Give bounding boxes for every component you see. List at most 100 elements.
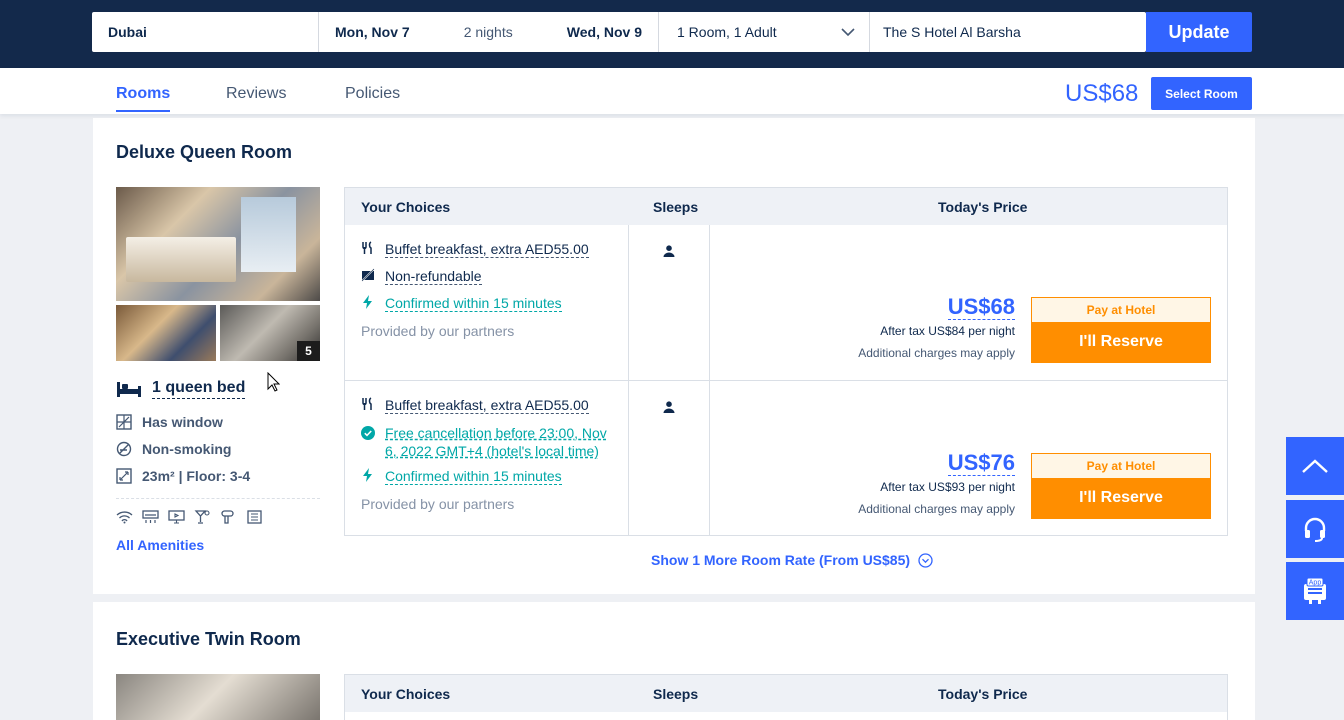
room-title: Executive Twin Room (116, 629, 301, 649)
col-header-price: Today's Price (938, 686, 1028, 702)
feature-area: 23m² | Floor: 3-4 (116, 468, 250, 484)
checkout-date: Wed, Nov 9 (566, 24, 642, 40)
chevron-down-circle-icon (918, 552, 933, 568)
show-more-rates-link[interactable]: Show 1 More Room Rate (From US$85) (651, 552, 933, 568)
provider-note: Provided by our partners (361, 323, 515, 339)
breakfast-option[interactable]: Buffet breakfast, extra AED55.00 (361, 397, 589, 414)
nights-count: 2 nights (463, 24, 513, 40)
app-label: App (1309, 580, 1322, 587)
rate-table: Your Choices Sleeps Today's Price (344, 674, 1228, 720)
customer-support-button[interactable] (1286, 500, 1344, 558)
confirmation-info[interactable]: Confirmed within 15 minutes (361, 468, 562, 485)
reserve-box: Pay at Hotel I'll Reserve (1031, 297, 1211, 363)
rate-price[interactable]: US$68 (947, 295, 1015, 320)
col-header-choices: Your Choices (361, 686, 451, 702)
feature-window-label: Has window (142, 414, 223, 430)
all-amenities-link[interactable]: All Amenities (116, 537, 204, 553)
hotel-name-value: The S Hotel Al Barsha (883, 24, 1021, 40)
after-tax-price: After tax US$93 per night (880, 480, 1015, 494)
column-divider (628, 225, 629, 380)
feature-area-label: 23m² | Floor: 3-4 (142, 468, 251, 484)
date-range-field[interactable]: Mon, Nov 7 2 nights Wed, Nov 9 (319, 12, 659, 52)
tv-icon (168, 510, 185, 524)
cancellation-label: Non-refundable (385, 268, 482, 285)
desk-icon (247, 510, 262, 524)
checkin-date: Mon, Nov 7 (335, 24, 410, 40)
person-icon (663, 401, 675, 413)
tab-rooms[interactable]: Rooms (116, 85, 171, 112)
room-card: Deluxe Queen Room 5 1 queen bed Has wind… (93, 118, 1255, 594)
room-photo-thumb[interactable]: 5 (220, 305, 320, 361)
breakfast-option[interactable]: Buffet breakfast, extra AED55.00 (361, 241, 589, 258)
check-circle-icon (361, 426, 375, 440)
room-photo-main[interactable] (116, 674, 320, 720)
wifi-icon (116, 511, 133, 524)
header-lowest-price: US$68 (1065, 80, 1139, 107)
rooms-guests-select[interactable]: 1 Room, 1 Adult (659, 12, 870, 52)
rate-row: Buffet breakfast, extra AED55.00 Free ca… (345, 380, 1227, 535)
column-divider (628, 381, 629, 535)
window-icon (116, 414, 132, 430)
search-header: Dubai Mon, Nov 7 2 nights Wed, Nov 9 1 R… (0, 0, 1344, 68)
tab-policies[interactable]: Policies (345, 85, 400, 103)
update-button[interactable]: Update (1146, 12, 1252, 52)
column-divider (709, 225, 710, 380)
confirmation-label: Confirmed within 15 minutes (385, 468, 562, 485)
breakfast-label: Buffet breakfast, extra AED55.00 (385, 397, 589, 414)
cancellation-policy[interactable]: Free cancellation before 23:00, Nov 6, 2… (361, 424, 610, 460)
tab-reviews[interactable]: Reviews (226, 85, 286, 103)
col-header-choices: Your Choices (361, 199, 451, 215)
photo-count-badge: 5 (297, 341, 320, 361)
cancellation-label: Free cancellation before 23:00, Nov 6, 2… (385, 425, 607, 459)
reserve-box: Pay at Hotel I'll Reserve (1031, 453, 1211, 519)
feature-smoking: Non-smoking (116, 441, 231, 457)
no-smoking-icon (116, 441, 132, 457)
additional-charges-note: Additional charges may apply (858, 502, 1015, 516)
room-title: Deluxe Queen Room (116, 142, 293, 162)
back-to-top-button[interactable] (1286, 437, 1344, 495)
rooms-guests-value: 1 Room, 1 Adult (677, 24, 777, 40)
room-photo-thumb[interactable] (116, 305, 216, 361)
col-header-sleeps: Sleeps (653, 686, 699, 702)
bed-info[interactable]: 1 queen bed (116, 378, 246, 399)
reserve-button[interactable]: I'll Reserve (1032, 478, 1210, 518)
hotel-name-field[interactable]: The S Hotel Al Barsha (870, 12, 1146, 52)
room-card: Executive Twin Room Your Choices Sleeps … (93, 602, 1255, 720)
reserve-button[interactable]: I'll Reserve (1032, 322, 1210, 362)
chevron-down-icon (841, 27, 855, 36)
confirmation-info[interactable]: Confirmed within 15 minutes (361, 295, 562, 312)
rate-row: Buffet breakfast, extra AED55.00 Non-ref… (345, 225, 1227, 380)
show-more-rates-label: Show 1 More Room Rate (From US$85) (651, 552, 911, 568)
app-download-button[interactable]: App (1286, 562, 1344, 620)
bed-icon (117, 381, 141, 397)
after-tax-price: After tax US$84 per night (880, 324, 1015, 338)
lightning-icon (363, 295, 372, 309)
confirmation-label: Confirmed within 15 minutes (385, 295, 562, 312)
bed-label: 1 queen bed (152, 378, 246, 399)
non-refundable-icon (361, 268, 375, 282)
utensils-icon (362, 241, 372, 254)
column-divider (709, 381, 710, 535)
headset-icon (1304, 517, 1326, 542)
person-icon (663, 245, 675, 257)
pay-at-hotel-label: Pay at Hotel (1032, 454, 1210, 478)
rate-table-header: Your Choices Sleeps Today's Price (345, 188, 1227, 225)
search-form: Dubai Mon, Nov 7 2 nights Wed, Nov 9 1 R… (92, 12, 1146, 52)
hairdryer-icon (221, 510, 234, 524)
room-photo-main[interactable] (116, 187, 320, 301)
mouse-cursor-icon (267, 372, 280, 392)
app-icon: App (1304, 577, 1326, 604)
area-icon (116, 468, 132, 484)
minibar-icon (194, 510, 210, 524)
cancellation-policy[interactable]: Non-refundable (361, 268, 482, 285)
air-conditioner-icon (142, 510, 159, 523)
rate-price[interactable]: US$76 (947, 451, 1015, 476)
feature-smoking-label: Non-smoking (142, 441, 232, 457)
destination-value: Dubai (108, 24, 147, 40)
col-header-price: Today's Price (938, 199, 1028, 215)
amenity-icons (116, 510, 263, 524)
additional-charges-note: Additional charges may apply (858, 346, 1015, 360)
destination-field[interactable]: Dubai (92, 12, 319, 52)
divider (116, 498, 320, 499)
select-room-button[interactable]: Select Room (1151, 77, 1252, 110)
